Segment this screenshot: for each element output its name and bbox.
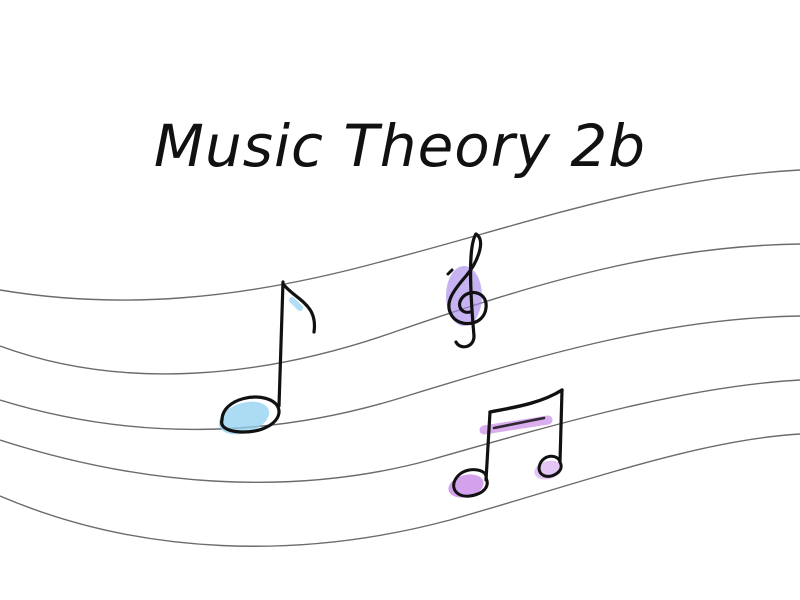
eighth-note-icon (218, 280, 317, 435)
beamed-eighth-notes-icon (448, 388, 564, 498)
staff-line-5 (0, 433, 800, 547)
music-staff-illustration (0, 169, 800, 547)
title-card: Music Theory 2b (0, 0, 800, 600)
staff-line-1 (0, 169, 800, 301)
staff-line-4 (0, 379, 800, 484)
staff-lines (0, 169, 800, 547)
page-title: Music Theory 2b (153, 112, 647, 180)
treble-clef-icon (446, 232, 488, 349)
staff-line-2 (0, 243, 800, 375)
